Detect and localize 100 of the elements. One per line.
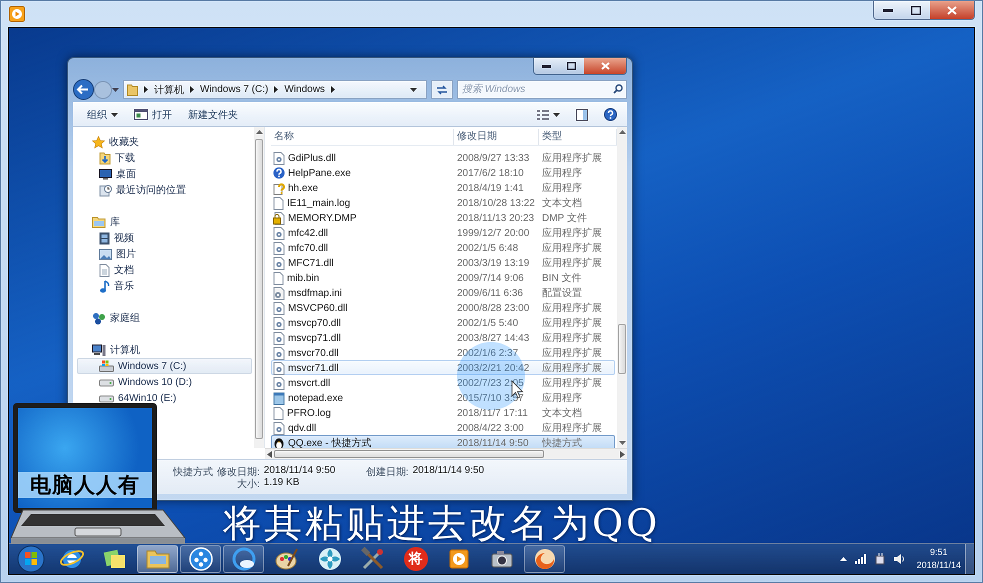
- nav-item[interactable]: 家庭组: [77, 310, 252, 326]
- scrollbar-thumb[interactable]: [274, 450, 544, 458]
- nav-item[interactable]: 收藏夹: [77, 134, 252, 150]
- star-icon: [92, 136, 105, 148]
- help-document-icon: [273, 182, 285, 194]
- film-icon: [99, 232, 110, 244]
- file-row[interactable]: GdiPlus.dll 2008/9/27 13:33 应用程序扩展: [271, 150, 615, 165]
- scroll-left-icon: [267, 450, 272, 458]
- file-row[interactable]: mib.bin 2009/7/14 9:06 BIN 文件: [271, 270, 615, 285]
- file-row[interactable]: msvcp71.dll 2003/8/27 14:43 应用程序扩展: [271, 330, 615, 345]
- address-segment[interactable]: Windows 7 (C:): [200, 84, 268, 95]
- file-type: 应用程序扩展: [541, 332, 603, 345]
- file-row[interactable]: qdv.dll 2008/4/22 3:00 应用程序扩展: [271, 420, 615, 435]
- file-name: HelpPane.exe: [288, 168, 351, 178]
- taskbar-button[interactable]: [223, 545, 264, 573]
- column-header[interactable]: 名称: [271, 129, 454, 145]
- file-row[interactable]: PFRO.log 2018/11/7 17:11 文本文档: [271, 405, 615, 420]
- speaker-icon[interactable]: [894, 554, 905, 564]
- modified-date: 1999/12/7 20:00: [456, 228, 530, 238]
- taskbar-button[interactable]: [180, 545, 221, 573]
- address-bar[interactable]: 计算机 Windows 7 (C:) Windows: [123, 80, 427, 99]
- caret-icon: [111, 112, 118, 116]
- nav-item[interactable]: 计算机: [77, 342, 252, 358]
- file-row[interactable]: hh.exe 2018/4/19 1:41 应用程序: [271, 180, 615, 195]
- settings-document-icon: [273, 286, 285, 300]
- question-mark-icon: [273, 167, 285, 179]
- file-name: mib.bin: [287, 272, 320, 284]
- taskbar-button[interactable]: 将: [395, 545, 436, 573]
- file-type: 应用程序扩展: [541, 376, 603, 390]
- modified-date: 2009/7/14 9:06: [456, 272, 525, 284]
- caret-icon: [112, 88, 119, 92]
- file-name: msvcr70.dll: [288, 348, 339, 358]
- nav-item[interactable]: 最近访问的位置: [77, 182, 252, 198]
- taskbar-button[interactable]: [524, 545, 565, 573]
- nav-item[interactable]: 文档: [77, 262, 252, 278]
- file-row[interactable]: msvcr71.dll 2003/2/21 20:42 应用程序扩展: [271, 360, 615, 375]
- scrollbar-thumb[interactable]: [255, 139, 263, 439]
- file-row[interactable]: IE11_main.log 2018/10/28 13:22 文本文档: [271, 195, 615, 210]
- file-row[interactable]: msvcp70.dll 2002/1/5 5:40 应用程序扩展: [271, 315, 615, 330]
- horizontal-scrollbar[interactable]: [265, 448, 627, 459]
- modified-date: 2008/9/27 13:33: [456, 152, 530, 164]
- picture-icon: [99, 248, 112, 260]
- file-row[interactable]: mfc42.dll 1999/12/7 20:00 应用程序扩展: [271, 225, 615, 240]
- nav-item[interactable]: Windows 10 (D:): [77, 374, 252, 390]
- file-row[interactable]: HelpPane.exe 2017/6/2 18:10 应用程序: [271, 165, 615, 180]
- file-row[interactable]: MFC71.dll 2003/3/19 13:19 应用程序扩展: [271, 255, 615, 270]
- file-type: 应用程序扩展: [541, 152, 603, 165]
- file-row[interactable]: MEMORY.DMP 2018/11/13 20:23 DMP 文件: [271, 210, 615, 225]
- created-label: 创建日期:: [366, 466, 409, 477]
- clock[interactable]: 9:51 2018/11/14: [912, 546, 965, 572]
- nav-item[interactable]: 64Win10 (E:): [77, 390, 252, 406]
- windows-orb-icon[interactable]: [16, 544, 46, 574]
- nav-item[interactable]: 音乐: [77, 278, 252, 294]
- nav-item[interactable]: Windows 7 (C:): [77, 358, 252, 374]
- minimize-icon: [883, 8, 893, 12]
- minimize-button[interactable]: [534, 58, 559, 74]
- file-name: IE11_main.log: [287, 198, 350, 208]
- file-type: 应用程序: [541, 166, 583, 180]
- close-button[interactable]: [930, 1, 974, 19]
- file-type: 文本文档: [541, 196, 583, 210]
- refresh-button[interactable]: [431, 80, 453, 99]
- show-desktop-button[interactable]: [965, 544, 974, 574]
- player-logo-icon: [9, 6, 25, 22]
- show-hidden-icons-icon[interactable]: [840, 557, 847, 561]
- power-plug-icon[interactable]: [874, 553, 886, 565]
- file-type: 应用程序扩展: [541, 362, 603, 375]
- maximize-button[interactable]: [559, 58, 584, 74]
- chevron-icon: [273, 86, 280, 93]
- nav-item[interactable]: 图片: [77, 246, 252, 262]
- file-name: hh.exe: [288, 182, 318, 194]
- modified-label: 修改日期:: [217, 466, 260, 477]
- scrollbar-thumb[interactable]: [618, 324, 626, 374]
- toolbar-button[interactable]: 组织: [79, 104, 126, 124]
- nav-item[interactable]: 库: [77, 214, 252, 230]
- nav-item[interactable]: 视频: [77, 230, 252, 246]
- back-button[interactable]: [73, 79, 94, 100]
- signal-icon[interactable]: [854, 554, 867, 564]
- document-icon: [273, 196, 284, 210]
- nav-item[interactable]: 桌面: [77, 166, 252, 182]
- column-header[interactable]: 修改日期: [454, 129, 539, 145]
- preview-pane-icon: [576, 108, 588, 120]
- nav-item[interactable]: 下载: [77, 150, 252, 166]
- address-segment[interactable]: 计算机: [154, 82, 184, 96]
- address-segment[interactable]: Windows: [284, 84, 325, 95]
- document-icon: [99, 264, 110, 276]
- file-row[interactable]: MSVCP60.dll 2000/8/28 23:00 应用程序扩展: [271, 300, 615, 315]
- file-type: 应用程序扩展: [541, 256, 603, 270]
- toolbar-button[interactable]: 新建文件夹: [180, 104, 246, 124]
- drive-icon: [99, 393, 114, 403]
- history-button[interactable]: [112, 88, 119, 92]
- file-type: 应用程序扩展: [541, 422, 603, 435]
- maximize-button[interactable]: [902, 1, 930, 19]
- file-row[interactable]: msdfmap.ini 2009/6/11 6:36 配置设置: [271, 285, 615, 300]
- file-row[interactable]: mfc70.dll 2002/1/5 6:48 应用程序扩展: [271, 240, 615, 255]
- minimize-button[interactable]: [874, 1, 902, 19]
- lock-document-icon: [273, 212, 285, 224]
- close-button[interactable]: [584, 58, 626, 74]
- modified-date: 2002/1/5 6:48: [456, 242, 520, 254]
- toolbar-button[interactable]: 打开: [126, 104, 180, 124]
- search-field[interactable]: 搜索 Windows: [457, 80, 627, 99]
